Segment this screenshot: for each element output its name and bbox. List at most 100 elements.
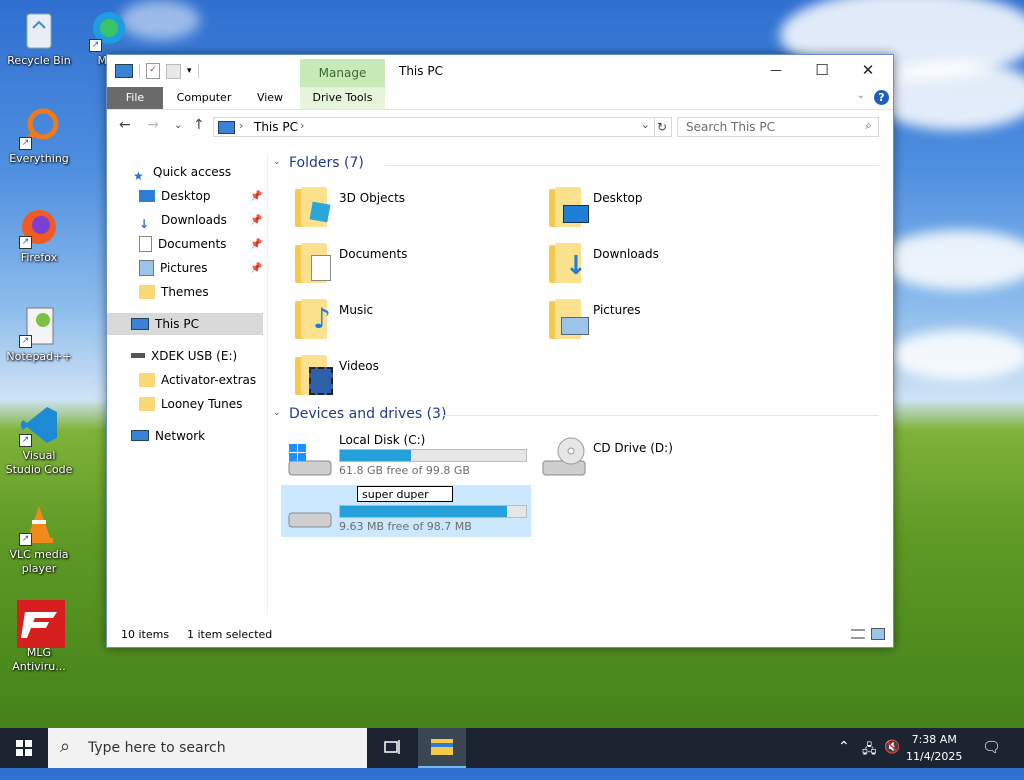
start-button[interactable] [0, 728, 48, 768]
notifications-icon[interactable]: 🗨 [982, 738, 1001, 778]
drive-tile-d[interactable]: CD Drive (D:) [537, 431, 787, 481]
new-folder-icon[interactable] [166, 63, 181, 79]
nav-this-pc[interactable]: This PC [107, 313, 263, 335]
chevron-down-icon[interactable]: ▾ [187, 66, 192, 76]
tab-drive-tools[interactable]: Drive Tools [300, 87, 385, 109]
desktop-icon-mlg-antivirus[interactable]: MLG Antiviru... [4, 600, 74, 674]
mlg-antivirus-icon [17, 600, 65, 648]
drive-tile-c[interactable]: Local Disk (C:) 61.8 GB free of 99.8 GB [283, 431, 533, 481]
nav-usb-drive[interactable]: XDEK USB (E:) [131, 345, 237, 367]
address-bar[interactable]: › This PC › ⌄ [213, 117, 655, 137]
pin-icon[interactable]: 📌 [250, 263, 262, 274]
tab-computer[interactable]: Computer [169, 87, 239, 109]
selection-count: 1 item selected [187, 628, 273, 641]
close-button[interactable]: ✕ [845, 55, 891, 85]
forward-button[interactable]: → [147, 117, 159, 133]
folder-label: Videos [339, 359, 379, 373]
star-icon: ★ [133, 168, 144, 183]
windows-logo-icon [16, 740, 32, 756]
nav-label: Quick access [153, 165, 232, 179]
folder-tile-desktop[interactable]: Desktop [537, 183, 737, 233]
desktop-icon-vscode[interactable]: ↗ Visual Studio Code [4, 403, 74, 477]
clock[interactable]: 7:38 AM 11/4/2025 [906, 731, 962, 765]
this-pc-icon [131, 317, 149, 330]
folders-header[interactable]: Folders (7) [289, 155, 364, 171]
drive-usage-bar [339, 449, 527, 462]
task-view-button[interactable] [372, 728, 412, 768]
nav-item-desktop[interactable]: Desktop [139, 185, 211, 207]
folder-tile-music[interactable]: ♪ Music [283, 295, 483, 345]
taskbar-search-placeholder: Type here to search [88, 740, 226, 756]
network-icon [131, 430, 149, 441]
desktop-icon-everything[interactable]: ↗ Everything [4, 106, 74, 166]
devices-section-toggle[interactable]: ⌄ [273, 408, 281, 418]
pin-icon[interactable]: 📌 [250, 191, 262, 202]
drive-tile-e-selected[interactable]: 9.63 MB free of 98.7 MB [281, 485, 531, 537]
pin-icon[interactable]: 📌 [250, 239, 262, 250]
folder-tile-pictures[interactable]: Pictures [537, 295, 737, 345]
taskbar-search-box[interactable]: ⌕ Type here to search [48, 728, 367, 768]
folder-label: 3D Objects [339, 191, 406, 205]
folder-label: Desktop [593, 191, 643, 205]
nav-item-activator-extras[interactable]: Activator-extras [139, 369, 256, 391]
folder-tile-3d-objects[interactable]: 3D Objects [283, 183, 483, 233]
edge-icon: ↗ [87, 8, 131, 52]
desktop-icon-label: Firefox [20, 251, 58, 264]
desktop-icon [139, 189, 155, 202]
taskbar-file-explorer-button[interactable] [418, 728, 466, 768]
drive-free-space: 9.63 MB free of 98.7 MB [339, 520, 472, 533]
refresh-button[interactable]: ↻ [653, 117, 672, 137]
network-status-icon[interactable]: 🖧 [862, 740, 877, 780]
nav-network[interactable]: Network [131, 425, 205, 447]
nav-item-documents[interactable]: Documents [139, 233, 226, 255]
rename-input[interactable] [357, 486, 453, 502]
title-bar[interactable]: ✓ ▾ Manage This PC — ☐ ✕ [107, 55, 893, 87]
tab-file[interactable]: File [107, 87, 163, 109]
nav-item-themes[interactable]: Themes [139, 281, 209, 303]
nav-item-pictures[interactable]: Pictures [139, 257, 208, 279]
devices-header[interactable]: Devices and drives (3) [289, 406, 446, 422]
pin-icon[interactable]: 📌 [250, 215, 262, 226]
desktop-icon-label: Everything [9, 152, 69, 165]
desktop-icon-firefox[interactable]: ↗ Firefox [4, 205, 74, 265]
desktop-icon-notepadpp[interactable]: ↗ Notepad++ [4, 304, 74, 364]
shortcut-arrow-icon: ↗ [19, 137, 32, 150]
folder-label: Documents [339, 247, 408, 261]
computer-icon[interactable] [115, 64, 133, 78]
drive-usage-bar [339, 505, 527, 518]
expand-ribbon-icon[interactable]: ⌄ [857, 90, 865, 101]
shortcut-arrow-icon: ↗ [19, 335, 32, 348]
taskbar: ⌕ Type here to search ⌃ 🖧 🔇 7:38 AM 11/4… [0, 728, 1024, 768]
drive-usage-fill [340, 450, 411, 461]
drive-free-space: 61.8 GB free of 99.8 GB [339, 464, 470, 477]
back-button[interactable]: ← [119, 117, 131, 133]
minimize-button[interactable]: — [753, 55, 799, 85]
tab-view[interactable]: View [247, 87, 293, 109]
help-icon[interactable]: ? [874, 90, 889, 105]
details-view-icon[interactable] [851, 629, 865, 639]
properties-icon[interactable]: ✓ [146, 63, 160, 79]
recent-locations-button[interactable]: ⌄ [174, 120, 182, 131]
maximize-button[interactable]: ☐ [799, 55, 845, 85]
nav-quick-access[interactable]: ★ Quick access [133, 161, 231, 183]
nav-item-downloads[interactable]: ↓ Downloads [139, 209, 227, 231]
folder-tile-documents[interactable]: Documents [283, 239, 483, 289]
clock-time: 7:38 AM [911, 733, 957, 746]
up-button[interactable]: ↑ [193, 117, 205, 133]
address-dropdown-icon[interactable]: ⌄ [641, 118, 650, 131]
large-icons-view-icon[interactable] [871, 628, 885, 640]
show-hidden-icons-button[interactable]: ⌃ [838, 739, 850, 779]
folders-section-toggle[interactable]: ⌄ [273, 157, 281, 167]
search-box[interactable]: Search This PC ⌕ [677, 117, 879, 137]
nav-label: Network [155, 429, 206, 443]
desktop-icon-vlc[interactable]: ↗ VLC media player [4, 502, 74, 576]
folder-tile-downloads[interactable]: ↓ Downloads [537, 239, 737, 289]
videos-folder-icon [295, 353, 333, 397]
folder-tile-videos[interactable]: Videos [283, 351, 483, 401]
pane-divider[interactable] [267, 155, 268, 615]
tab-manage[interactable]: Manage [300, 59, 385, 87]
volume-muted-icon[interactable]: 🔇 [884, 740, 900, 780]
desktop-icon-recycle-bin[interactable]: Recycle Bin [4, 8, 74, 68]
documents-folder-icon [295, 241, 331, 285]
nav-item-looney-tunes[interactable]: Looney Tunes [139, 393, 242, 415]
